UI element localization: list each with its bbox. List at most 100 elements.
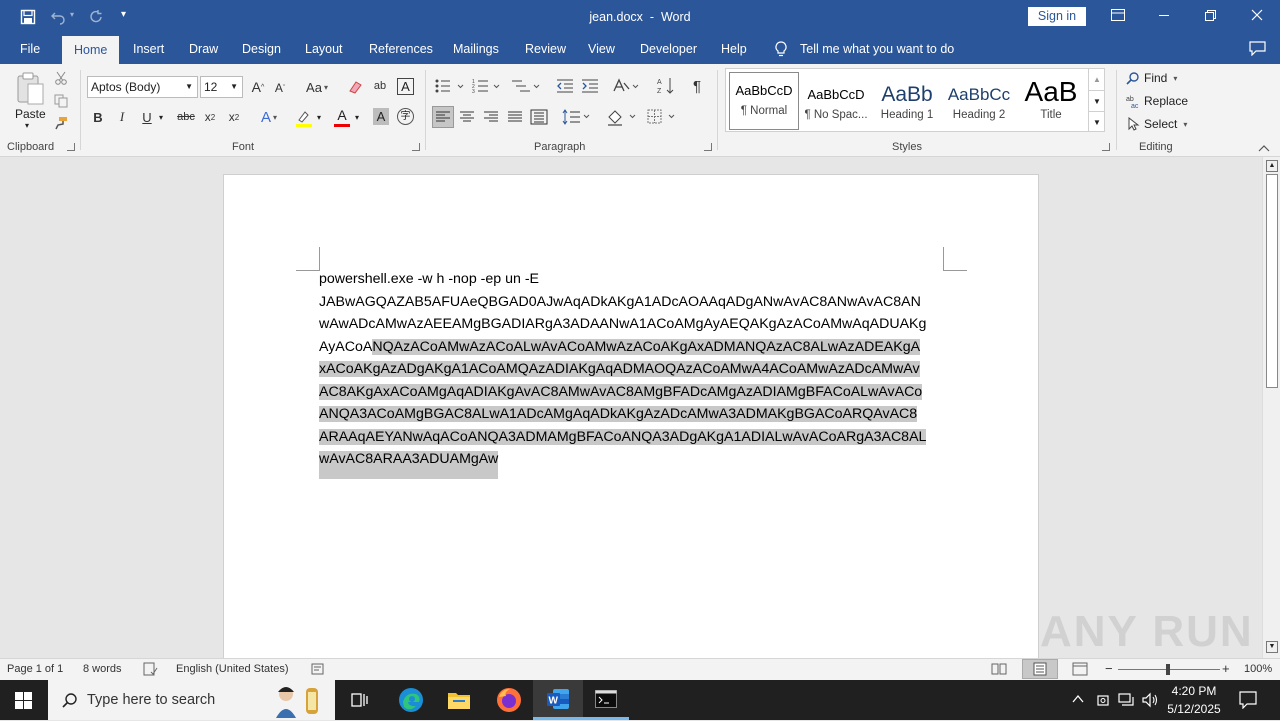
line-spacing-icon[interactable] — [562, 107, 592, 127]
accessibility-icon[interactable] — [311, 663, 324, 675]
subscript-button[interactable]: x2 — [201, 108, 219, 126]
tell-me-search[interactable]: Tell me what you want to do — [800, 34, 954, 64]
doc-line[interactable]: wAvAC8ARAA3ADUAMgAw — [319, 448, 499, 479]
highlight-dropdown-icon[interactable]: ▾ — [317, 113, 321, 122]
font-launcher-icon[interactable] — [412, 143, 420, 151]
zoom-in-icon[interactable]: + — [1222, 661, 1230, 676]
asian-layout-icon[interactable] — [612, 77, 642, 95]
chevron-down-icon[interactable]: ▼ — [185, 77, 193, 97]
minimize-icon[interactable] — [1159, 15, 1169, 16]
zoom-slider[interactable] — [1118, 664, 1220, 675]
task-view-icon[interactable] — [351, 692, 369, 708]
tab-layout[interactable]: Layout — [305, 34, 343, 64]
increase-indent-icon[interactable] — [581, 78, 599, 94]
doc-line[interactable]: JABwAGQAZAB5AFUAeQBGAD0AJwAqADkAKgA1ADcA… — [319, 291, 921, 313]
doc-line[interactable]: ANQA3ACoAMgBGAC8ALwA1ADcAMgAqADkAKgAzADc… — [319, 403, 918, 425]
style-heading-1[interactable]: AaBb Heading 1 — [872, 77, 942, 131]
underline-dropdown-icon[interactable]: ▾ — [159, 113, 163, 122]
doc-line[interactable]: wAwADcAMwAzAEEAMgBGADIARgA3ADAANwA1ACoAM… — [319, 313, 926, 335]
font-color-icon[interactable]: A — [334, 107, 350, 127]
enclose-characters-icon[interactable]: 字 — [397, 108, 414, 125]
align-right-icon[interactable] — [481, 107, 501, 127]
show-marks-icon[interactable]: ¶ — [688, 77, 706, 95]
tab-view[interactable]: View — [588, 34, 615, 64]
zoom-slider-thumb[interactable] — [1166, 664, 1170, 675]
style-normal[interactable]: AaBbCcD ¶ Normal — [729, 72, 799, 130]
align-center-icon[interactable] — [457, 107, 477, 127]
italic-button[interactable]: I — [114, 108, 130, 126]
bold-button[interactable]: B — [90, 108, 106, 126]
font-size-select[interactable]: 12 ▼ — [200, 76, 243, 98]
find-button[interactable]: Find ▾ — [1126, 70, 1177, 86]
paste-icon[interactable] — [14, 71, 46, 107]
grow-font-icon[interactable]: A ^ — [250, 78, 266, 96]
styles-launcher-icon[interactable] — [1102, 143, 1110, 151]
tab-help[interactable]: Help — [721, 34, 747, 64]
windows-start-icon[interactable] — [15, 692, 32, 709]
notifications-icon[interactable] — [1239, 691, 1257, 710]
scroll-thumb[interactable] — [1266, 174, 1278, 388]
sort-icon[interactable]: AZ — [657, 76, 675, 96]
tab-draw[interactable]: Draw — [189, 34, 218, 64]
multilevel-list-icon[interactable] — [510, 78, 542, 94]
chevron-down-icon[interactable]: ▼ — [230, 77, 238, 97]
character-border-icon[interactable]: A — [397, 78, 414, 95]
sign-in-button[interactable]: Sign in — [1028, 7, 1086, 26]
cut-icon[interactable] — [54, 71, 68, 85]
customize-qat-icon[interactable]: ▾ — [121, 9, 126, 20]
lightbulb-icon[interactable] — [775, 41, 787, 57]
word-taskbar-button[interactable]: W — [533, 680, 583, 720]
doc-line[interactable]: AyACoANQAzACoAMwAzACoALwAvACoAMwAzACoAKg… — [319, 336, 921, 358]
scroll-up-icon[interactable]: ▲ — [1266, 160, 1278, 172]
bullets-icon[interactable] — [434, 78, 464, 94]
taskbar-search-box[interactable]: Type here to search — [48, 680, 335, 720]
select-button[interactable]: Select ▾ — [1128, 116, 1187, 132]
undo-icon[interactable] — [50, 9, 66, 25]
paragraph-launcher-icon[interactable] — [704, 143, 712, 151]
change-case-button[interactable]: Aa ▾ — [302, 78, 332, 96]
paste-button[interactable]: Paste — [15, 107, 46, 121]
replace-button[interactable]: ab ac Replace — [1126, 93, 1188, 109]
print-layout-icon[interactable] — [1022, 659, 1058, 679]
web-layout-icon[interactable] — [1072, 662, 1088, 676]
close-icon[interactable] — [1251, 9, 1263, 21]
format-painter-icon[interactable] — [54, 116, 68, 130]
tab-mailings[interactable]: Mailings — [453, 34, 499, 64]
zoom-out-icon[interactable]: − — [1105, 661, 1113, 676]
font-color-dropdown-icon[interactable]: ▾ — [355, 113, 359, 122]
redo-icon[interactable] — [88, 9, 104, 25]
doc-line[interactable]: AC8AKgAxACoAMgAqADIAKgAvAC8AMwAvAC8AMgBF… — [319, 381, 923, 403]
comments-icon[interactable] — [1249, 41, 1266, 57]
tab-review[interactable]: Review — [525, 34, 566, 64]
edge-icon[interactable] — [398, 687, 424, 713]
undo-dropdown-icon[interactable]: ▾ — [70, 10, 74, 19]
document-page[interactable]: powershell.exe -w h -nop -ep un -E JABwA… — [223, 174, 1039, 658]
doc-line[interactable]: powershell.exe -w h -nop -ep un -E — [319, 268, 539, 290]
tab-developer[interactable]: Developer — [640, 34, 697, 64]
tab-home[interactable]: Home — [62, 36, 120, 64]
strikethrough-button[interactable]: abc — [176, 108, 196, 126]
proofing-icon[interactable] — [143, 662, 158, 676]
highlight-color-icon[interactable] — [294, 108, 314, 128]
copy-icon[interactable] — [54, 94, 68, 108]
font-name-select[interactable]: Aptos (Body) ▼ — [87, 76, 198, 98]
read-mode-icon[interactable] — [991, 662, 1007, 676]
save-icon[interactable] — [20, 9, 36, 25]
numbering-icon[interactable]: 123 — [472, 78, 502, 95]
justify-icon[interactable] — [505, 107, 525, 127]
tab-references[interactable]: References — [369, 34, 433, 64]
firefox-icon[interactable] — [496, 687, 522, 713]
volume-icon[interactable] — [1142, 692, 1160, 708]
tab-file[interactable]: File — [20, 34, 40, 64]
shading-icon[interactable] — [606, 107, 638, 127]
zoom-level[interactable]: 100% — [1244, 663, 1272, 675]
scroll-down-icon[interactable]: ▼ — [1266, 641, 1278, 653]
restore-icon[interactable] — [1205, 10, 1216, 21]
character-shading-icon[interactable]: A — [373, 108, 389, 125]
styles-scroll-up-icon[interactable]: ▲ — [1088, 69, 1105, 90]
show-hidden-icons-icon[interactable] — [1072, 693, 1084, 703]
vertical-scrollbar[interactable]: ▲ ▼ — [1262, 157, 1280, 658]
style-no-spacing[interactable]: AaBbCcD ¶ No Spac... — [801, 77, 871, 131]
ribbon-display-options-icon[interactable] — [1111, 9, 1125, 21]
style-title[interactable]: AaB Title — [1016, 77, 1086, 131]
